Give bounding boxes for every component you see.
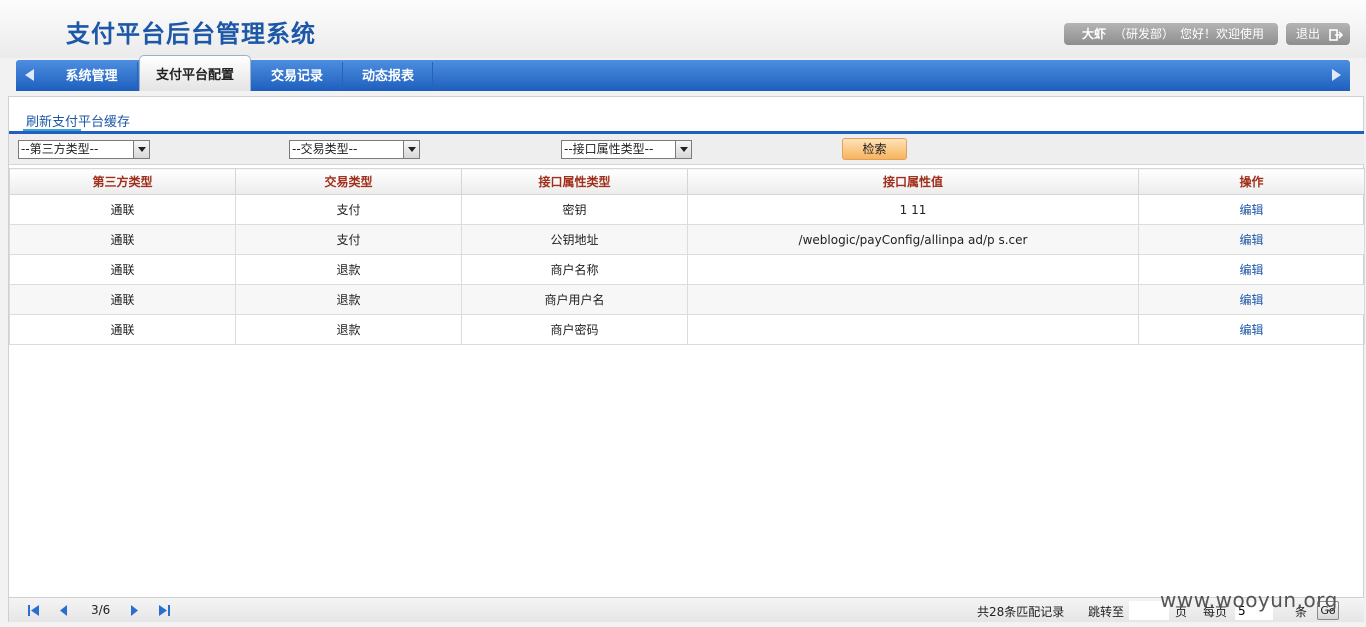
tab-payment-config[interactable]: 支付平台配置	[139, 55, 251, 91]
cell-action: 编辑	[1138, 254, 1365, 285]
cell-attr-type: 商户名称	[461, 254, 688, 285]
table-row: 通联 退款 商户用户名 编辑	[9, 284, 1365, 315]
attr-type-value: --接口属性类型--	[564, 142, 654, 156]
watermark: www.wooyun.org	[1160, 588, 1338, 612]
logout-label: 退出	[1296, 27, 1321, 41]
next-page-icon[interactable]	[127, 604, 141, 617]
nav-scroll-left-icon[interactable]	[16, 60, 44, 91]
config-table: 第三方类型 交易类型 接口属性类型 接口属性值 操作 通联 支付 密钥 1 11…	[9, 168, 1365, 345]
table-row: 通联 退款 商户名称 编辑	[9, 254, 1365, 285]
col-third-party-type[interactable]: 第三方类型	[9, 168, 236, 195]
attr-type-select[interactable]: --接口属性类型--	[561, 140, 692, 159]
cell-action: 编辑	[1138, 314, 1365, 345]
edit-link[interactable]: 编辑	[1239, 203, 1263, 217]
table-row: 通联 支付 公钥地址 /weblogic/payConfig/allinpa a…	[9, 224, 1365, 255]
cell-attr-value: /weblogic/payConfig/allinpa ad/p s.cer	[687, 224, 1139, 255]
jump-label: 跳转至	[1088, 605, 1125, 619]
page-indicator: 3/6	[91, 603, 111, 617]
cell-trade: 退款	[235, 314, 462, 345]
chevron-down-icon	[403, 141, 419, 158]
cell-attr-type: 密钥	[461, 194, 688, 225]
third-party-type-select[interactable]: --第三方类型--	[18, 140, 150, 159]
cell-attr-type: 商户密码	[461, 314, 688, 345]
cell-third-party: 通联	[9, 314, 236, 345]
app-header: 支付平台后台管理系统 大虾 （研发部） 您好！欢迎使用 退出	[0, 0, 1366, 58]
col-action: 操作	[1138, 168, 1365, 195]
welcome-text: 您好！欢迎使用	[1180, 27, 1265, 41]
search-button[interactable]: 检索	[842, 138, 907, 160]
cell-trade: 退款	[235, 284, 462, 315]
total-records: 共28条匹配记录	[977, 605, 1065, 619]
trade-type-select[interactable]: --交易类型--	[289, 140, 420, 159]
col-attr-value[interactable]: 接口属性值	[687, 168, 1139, 195]
edit-link[interactable]: 编辑	[1239, 233, 1263, 247]
chevron-down-icon	[133, 141, 149, 158]
table-row: 通联 退款 商户密码 编辑	[9, 314, 1365, 345]
tab-system-management[interactable]: 系统管理	[46, 62, 138, 91]
cell-action: 编辑	[1138, 224, 1365, 255]
nav-scroll-right-icon[interactable]	[1322, 60, 1350, 91]
last-page-icon[interactable]	[157, 604, 171, 617]
third-party-type-value: --第三方类型--	[21, 142, 99, 156]
logout-button[interactable]: 退出	[1286, 23, 1350, 45]
cell-trade: 支付	[235, 194, 462, 225]
app-title: 支付平台后台管理系统	[66, 20, 316, 48]
logout-icon	[1329, 27, 1344, 41]
col-trade-type[interactable]: 交易类型	[235, 168, 462, 195]
user-info: 大虾 （研发部） 您好！欢迎使用	[1064, 23, 1278, 45]
cell-attr-value	[687, 284, 1139, 315]
cell-attr-type: 公钥地址	[461, 224, 688, 255]
edit-link[interactable]: 编辑	[1239, 263, 1263, 277]
tab-transaction-records[interactable]: 交易记录	[252, 62, 343, 91]
cell-third-party: 通联	[9, 224, 236, 255]
user-name: 大虾	[1082, 27, 1107, 41]
first-page-icon[interactable]	[27, 604, 41, 617]
cell-third-party: 通联	[9, 254, 236, 285]
cell-action: 编辑	[1138, 194, 1365, 225]
col-attr-type[interactable]: 接口属性类型	[461, 168, 688, 195]
cell-attr-value	[687, 314, 1139, 345]
tab-dynamic-reports[interactable]: 动态报表	[344, 62, 433, 91]
edit-link[interactable]: 编辑	[1239, 293, 1263, 307]
trade-type-value: --交易类型--	[292, 142, 358, 156]
cell-attr-value: 1 11	[687, 194, 1139, 225]
table-header-row: 第三方类型 交易类型 接口属性类型 接口属性值 操作	[9, 168, 1365, 195]
cell-trade: 退款	[235, 254, 462, 285]
cell-third-party: 通联	[9, 194, 236, 225]
cell-trade: 支付	[235, 224, 462, 255]
chevron-down-icon	[675, 141, 691, 158]
refresh-cache-link[interactable]: 刷新支付平台缓存	[26, 111, 130, 130]
main-nav: 系统管理 支付平台配置 交易记录 动态报表	[16, 55, 1350, 91]
cell-attr-type: 商户用户名	[461, 284, 688, 315]
content-panel: 刷新支付平台缓存 --第三方类型-- --交易类型-- --接口属性类型-- 检…	[8, 96, 1365, 622]
edit-link[interactable]: 编辑	[1239, 323, 1263, 337]
user-dept: （研发部）	[1114, 27, 1175, 41]
table-row: 通联 支付 密钥 1 11 编辑	[9, 194, 1365, 225]
cell-third-party: 通联	[9, 284, 236, 315]
cell-attr-value	[687, 254, 1139, 285]
prev-page-icon[interactable]	[57, 604, 71, 617]
filter-bar: --第三方类型-- --交易类型-- --接口属性类型-- 检索	[9, 134, 1364, 165]
cell-action: 编辑	[1138, 284, 1365, 315]
